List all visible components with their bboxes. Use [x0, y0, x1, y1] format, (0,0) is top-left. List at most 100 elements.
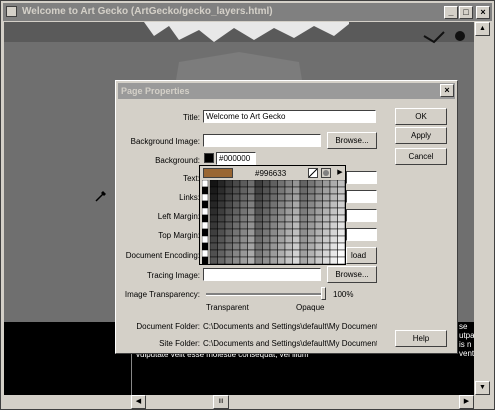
color-swatch[interactable]	[224, 235, 233, 244]
color-swatch[interactable]	[217, 180, 226, 188]
color-swatch[interactable]	[314, 207, 323, 216]
color-swatch[interactable]	[307, 214, 316, 223]
color-swatch[interactable]	[329, 256, 338, 264]
color-swatch[interactable]	[202, 256, 209, 264]
color-swatch[interactable]	[232, 242, 241, 251]
color-swatch[interactable]	[209, 207, 218, 216]
color-swatch[interactable]	[337, 180, 346, 188]
color-swatch[interactable]	[329, 228, 338, 237]
color-swatch[interactable]	[269, 256, 278, 264]
color-swatch[interactable]	[269, 228, 278, 237]
color-swatch[interactable]	[254, 214, 263, 223]
color-swatch[interactable]	[337, 256, 346, 264]
color-swatch[interactable]	[202, 214, 209, 223]
color-swatch[interactable]	[299, 207, 308, 216]
color-swatch[interactable]	[292, 249, 301, 258]
color-swatch[interactable]	[329, 242, 338, 251]
color-swatch[interactable]	[292, 221, 301, 230]
color-swatch[interactable]	[224, 200, 233, 209]
color-swatch[interactable]	[224, 256, 233, 264]
color-swatch[interactable]	[322, 186, 331, 195]
color-swatch[interactable]	[322, 193, 331, 202]
color-swatch[interactable]	[209, 186, 218, 195]
color-swatch[interactable]	[307, 180, 316, 188]
color-swatch[interactable]	[299, 214, 308, 223]
color-swatch[interactable]	[224, 180, 233, 188]
color-swatch[interactable]	[322, 256, 331, 264]
reload-button[interactable]: load	[346, 247, 377, 264]
left-margin-input[interactable]	[346, 209, 377, 222]
system-color-picker-icon[interactable]	[321, 168, 331, 178]
color-swatch[interactable]	[202, 228, 209, 237]
color-swatch[interactable]	[224, 186, 233, 195]
color-swatch[interactable]	[337, 249, 346, 258]
color-swatch[interactable]	[284, 235, 293, 244]
picker-menu-arrow-icon[interactable]: ▶	[335, 168, 345, 178]
color-swatch[interactable]	[314, 193, 323, 202]
color-swatch[interactable]	[299, 186, 308, 195]
color-swatch[interactable]	[329, 186, 338, 195]
background-image-input[interactable]	[203, 134, 321, 147]
color-swatch[interactable]	[329, 180, 338, 188]
color-swatch[interactable]	[254, 235, 263, 244]
color-swatch[interactable]	[209, 214, 218, 223]
scroll-thumb[interactable]: III	[213, 395, 229, 409]
color-swatch[interactable]	[217, 228, 226, 237]
color-swatch[interactable]	[254, 186, 263, 195]
color-swatch[interactable]	[337, 193, 346, 202]
color-swatch[interactable]	[262, 180, 271, 188]
color-swatch[interactable]	[239, 186, 248, 195]
color-swatch[interactable]	[224, 228, 233, 237]
apply-button[interactable]: Apply	[395, 127, 447, 144]
scroll-left-button[interactable]: ◀	[131, 395, 146, 409]
color-swatch[interactable]	[209, 249, 218, 258]
color-swatch[interactable]	[217, 193, 226, 202]
color-swatch[interactable]	[269, 214, 278, 223]
color-swatch[interactable]	[337, 235, 346, 244]
color-swatch[interactable]	[314, 186, 323, 195]
color-swatch[interactable]	[262, 221, 271, 230]
color-swatch[interactable]	[217, 235, 226, 244]
text-color-input[interactable]	[346, 171, 377, 184]
color-swatch[interactable]	[254, 242, 263, 251]
color-swatch[interactable]	[202, 186, 209, 195]
maximize-button[interactable]: □	[459, 6, 473, 19]
color-swatch[interactable]	[247, 256, 256, 264]
color-swatch[interactable]	[247, 235, 256, 244]
color-swatch[interactable]	[239, 256, 248, 264]
color-swatch[interactable]	[217, 200, 226, 209]
color-swatch[interactable]	[232, 214, 241, 223]
color-swatch[interactable]	[329, 235, 338, 244]
transparency-slider-thumb[interactable]	[321, 287, 326, 300]
color-swatch[interactable]	[262, 249, 271, 258]
color-swatch[interactable]	[202, 249, 209, 258]
close-button[interactable]: ×	[476, 6, 490, 19]
color-swatch[interactable]	[314, 200, 323, 209]
color-swatch[interactable]	[277, 186, 286, 195]
color-swatch[interactable]	[277, 221, 286, 230]
color-swatch[interactable]	[292, 256, 301, 264]
color-swatch[interactable]	[247, 228, 256, 237]
color-swatch[interactable]	[284, 256, 293, 264]
color-swatch[interactable]	[337, 242, 346, 251]
color-swatch[interactable]	[292, 193, 301, 202]
color-swatch[interactable]	[232, 256, 241, 264]
color-swatch[interactable]	[277, 207, 286, 216]
color-swatch[interactable]	[284, 200, 293, 209]
color-swatch[interactable]	[314, 256, 323, 264]
background-color-input[interactable]: #000000	[216, 152, 256, 165]
color-swatch[interactable]	[239, 235, 248, 244]
color-swatch[interactable]	[239, 214, 248, 223]
scroll-right-button[interactable]: ▶	[459, 395, 474, 409]
color-swatch[interactable]	[254, 256, 263, 264]
color-swatch[interactable]	[307, 193, 316, 202]
dialog-close-button[interactable]: ×	[440, 84, 454, 97]
color-swatch[interactable]	[314, 228, 323, 237]
color-swatch[interactable]	[232, 186, 241, 195]
color-swatch[interactable]	[247, 249, 256, 258]
color-swatch[interactable]	[247, 221, 256, 230]
color-swatch[interactable]	[284, 207, 293, 216]
scroll-up-button[interactable]: ▲	[475, 22, 490, 36]
color-swatch[interactable]	[247, 214, 256, 223]
color-swatch[interactable]	[239, 200, 248, 209]
